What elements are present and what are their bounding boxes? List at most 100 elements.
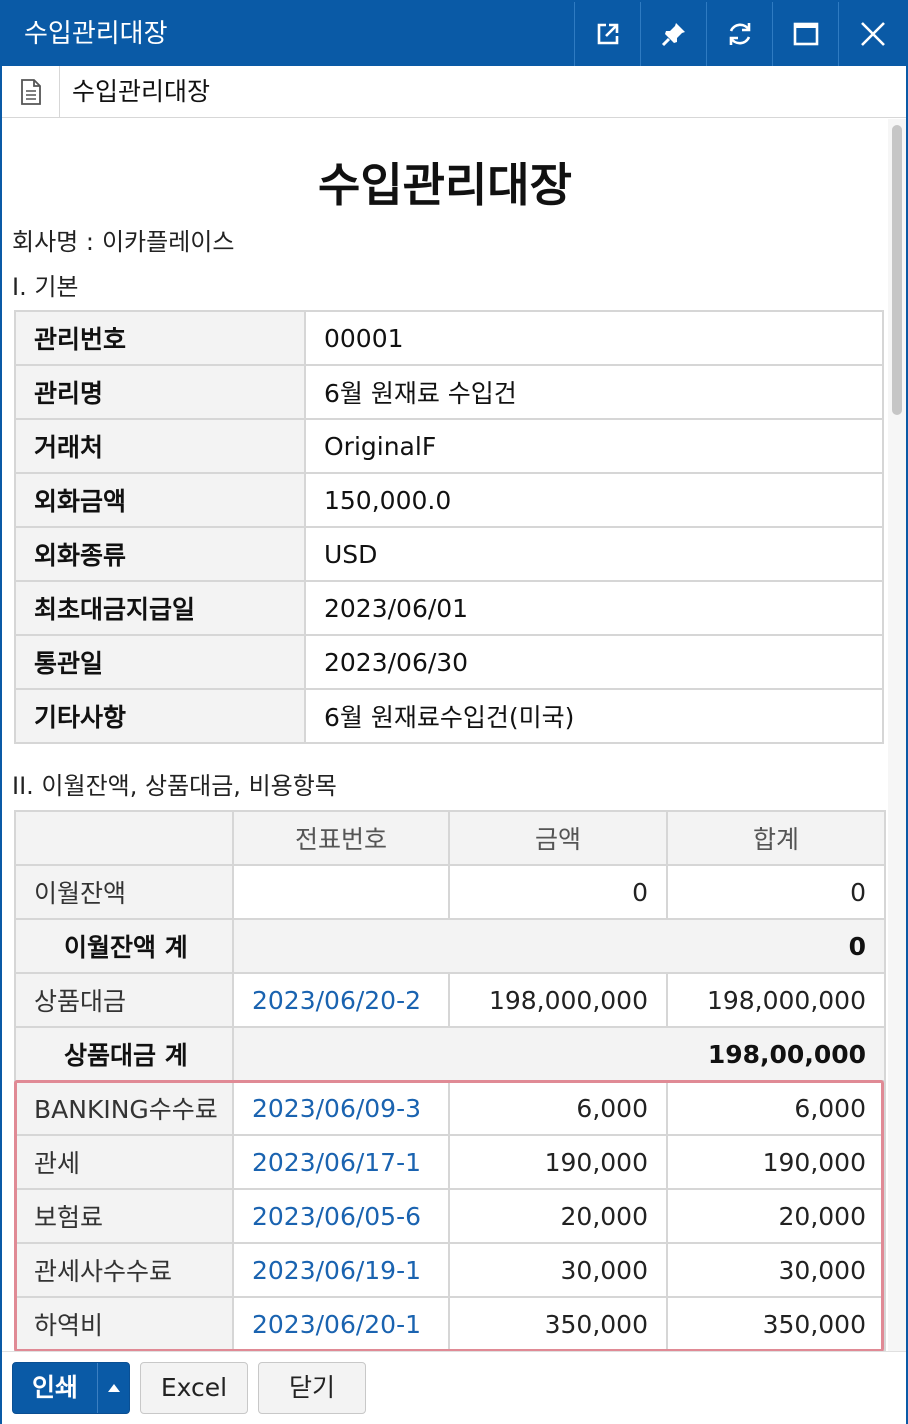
expense-total: 30,000 (666, 1242, 886, 1298)
company-line: 회사명 : 이카플레이스 (12, 222, 242, 257)
basic-row: 외화종류 USD (14, 526, 884, 582)
basic-row-value: 6월 원재료수입건(미국) (304, 688, 884, 744)
expense-row: 관세사수수료 2023/06/19-1 30,000 30,000 (14, 1242, 886, 1298)
expense-label: 관세사수수료 (14, 1242, 234, 1298)
expense-label: BANKING수수료 (14, 1080, 234, 1136)
basic-row: 최초대금지급일 2023/06/01 (14, 580, 884, 636)
basic-row-label: 관리번호 (14, 310, 306, 366)
print-button-group: 인쇄 (12, 1362, 130, 1414)
open-new-window-button[interactable] (574, 2, 640, 66)
basic-row-value: 00001 (304, 310, 884, 366)
basic-row: 거래처 OriginalF (14, 418, 884, 474)
goods-payment-row: 상품대금 2023/06/20-2 198,000,000 198,000,00… (14, 972, 886, 1028)
basic-row-label: 기타사항 (14, 688, 306, 744)
carry-total: 0 (666, 864, 886, 920)
vertical-scrollbar[interactable] (888, 119, 906, 1351)
basic-row: 기타사항 6월 원재료수입건(미국) (14, 688, 884, 744)
goods-total: 198,000,000 (666, 972, 886, 1028)
carry-amount: 0 (448, 864, 668, 920)
page-title: 수입관리대장 (318, 158, 572, 212)
header-cell-blank (14, 810, 234, 866)
expense-amount: 30,000 (448, 1242, 668, 1298)
ledger-table: 전표번호 금액 합계 이월잔액 0 0 이월잔액 계 0 상품대금 2023/0… (14, 810, 886, 1351)
goods-label: 상품대금 (14, 972, 234, 1028)
refresh-icon (729, 23, 750, 45)
refresh-button[interactable] (706, 2, 772, 66)
header-voucher: 전표번호 (232, 810, 450, 866)
header-total: 합계 (666, 810, 886, 866)
close-icon (860, 22, 885, 46)
basic-row-label: 외화금액 (14, 472, 306, 528)
expense-label: 하역비 (14, 1296, 234, 1351)
footer-bar: 인쇄 Excel 닫기 (2, 1351, 906, 1424)
goods-subtotal-row: 상품대금 계 198,00,000 (14, 1026, 886, 1082)
excel-button[interactable]: Excel (140, 1362, 248, 1414)
expense-amount: 6,000 (448, 1080, 668, 1136)
window-title: 수입관리대장 (24, 19, 168, 49)
expense-voucher-link[interactable]: 2023/06/20-1 (232, 1296, 450, 1351)
expense-row: BANKING수수료 2023/06/09-3 6,000 6,000 (14, 1080, 886, 1136)
expense-voucher-link[interactable]: 2023/06/17-1 (232, 1134, 450, 1190)
goods-subtotal-value: 198,00,000 (232, 1026, 886, 1082)
carry-label: 이월잔액 (14, 864, 234, 920)
expense-amount: 190,000 (448, 1134, 668, 1190)
carry-voucher (232, 864, 450, 920)
carry-subtotal-label: 이월잔액 계 (14, 918, 234, 974)
close-window-button[interactable] (838, 2, 906, 66)
goods-amount: 198,000,000 (448, 972, 668, 1028)
basic-row-value: 150,000.0 (304, 472, 884, 528)
header-amount: 금액 (448, 810, 668, 866)
expense-total: 190,000 (666, 1134, 886, 1190)
tab-document-button[interactable] (2, 66, 60, 118)
basic-row-value: OriginalF (304, 418, 884, 474)
basic-row-value: USD (304, 526, 884, 582)
basic-row: 관리번호 00001 (14, 310, 884, 366)
expense-voucher-link[interactable]: 2023/06/05-6 (232, 1188, 450, 1244)
expense-total: 6,000 (666, 1080, 886, 1136)
basic-row-value: 2023/06/01 (304, 580, 884, 636)
maximize-icon (793, 22, 818, 46)
close-button[interactable]: 닫기 (258, 1362, 366, 1414)
expense-label: 보험료 (14, 1188, 234, 1244)
basic-row-label: 통관일 (14, 634, 306, 690)
ledger-header-row: 전표번호 금액 합계 (14, 810, 886, 866)
print-button[interactable]: 인쇄 (13, 1363, 97, 1413)
goods-voucher-link[interactable]: 2023/06/20-2 (232, 972, 450, 1028)
basic-info-table: 관리번호 00001 관리명 6월 원재료 수입건 거래처 OriginalF 외화금액 15… (14, 310, 884, 744)
title-bar: 수입관리대장 (2, 2, 906, 66)
basic-row-value: 6월 원재료 수입건 (304, 364, 884, 420)
report-content: 수입관리대장 회사명 : 이카플레이스 I. 기본 관리번호 00001 관리명 6월 … (2, 119, 888, 1351)
expense-label: 관세 (14, 1134, 234, 1190)
scrollbar-thumb[interactable] (892, 125, 902, 415)
basic-row-label: 관리명 (14, 364, 306, 420)
expense-amount: 20,000 (448, 1188, 668, 1244)
carry-subtotal-value: 0 (232, 918, 886, 974)
basic-row-label: 외화종류 (14, 526, 306, 582)
pin-icon (661, 23, 685, 47)
expense-voucher-link[interactable]: 2023/06/19-1 (232, 1242, 450, 1298)
import-ledger-window: 수입관리대장 수입관리대장 수입관리대장 회사명: 이카플레이스 I. 기본 … (0, 0, 908, 1424)
basic-row-label: 최초대금지급일 (14, 580, 306, 636)
expense-total: 350,000 (666, 1296, 886, 1351)
basic-row: 외화금액 150,000.0 (14, 472, 884, 528)
external-link-icon (597, 23, 618, 45)
expense-total: 20,000 (666, 1188, 886, 1244)
caret-up-icon (107, 1384, 120, 1392)
expense-row: 하역비 2023/06/20-1 350,000 350,000 (14, 1296, 886, 1351)
company-label: 회사명 : (12, 228, 94, 256)
tab-bar: 수입관리대장 (2, 66, 906, 118)
expense-voucher-link[interactable]: 2023/06/09-3 (232, 1080, 450, 1136)
print-options-button[interactable] (97, 1363, 129, 1413)
maximize-button[interactable] (772, 2, 838, 66)
basic-row: 관리명 6월 원재료 수입건 (14, 364, 884, 420)
basic-row-label: 거래처 (14, 418, 306, 474)
section-basic-heading: I. 기본 (12, 273, 79, 301)
carry-subtotal-row: 이월잔액 계 0 (14, 918, 886, 974)
carry-balance-row: 이월잔액 0 0 (14, 864, 886, 920)
basic-row-value: 2023/06/30 (304, 634, 884, 690)
pin-button[interactable] (640, 2, 706, 66)
basic-row: 통관일 2023/06/30 (14, 634, 884, 690)
company-name: 이카플레이스 (101, 228, 235, 256)
expense-row: 보험료 2023/06/05-6 20,000 20,000 (14, 1188, 886, 1244)
goods-subtotal-label: 상품대금 계 (14, 1026, 234, 1082)
